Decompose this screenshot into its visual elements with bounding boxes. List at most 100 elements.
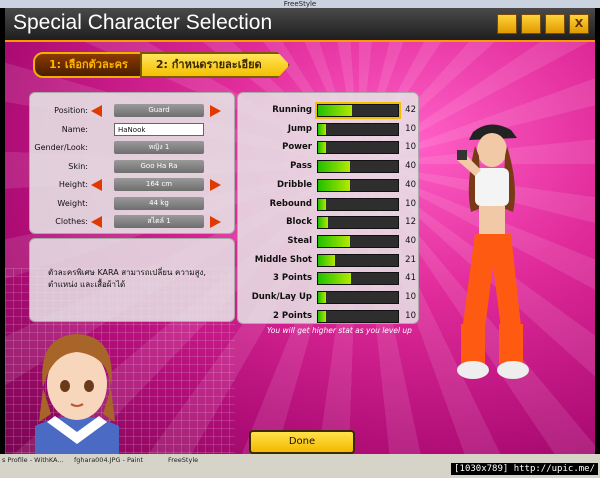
field-value: Goo Ha Ra — [114, 159, 204, 173]
taskbar-item[interactable]: FreeStyle — [168, 456, 198, 464]
stat-row: Pass 40 — [238, 157, 418, 175]
stat-bar-fill — [318, 123, 326, 135]
stat-bar-fill — [318, 292, 326, 303]
stat-row: Dribble 40 — [238, 176, 418, 194]
window-titlebar: FreeStyle — [0, 0, 600, 8]
cubes-icon-button[interactable] — [545, 14, 565, 34]
form-row: Name: HaNook — [30, 122, 234, 138]
stat-name: Dunk/Lay Up — [251, 292, 312, 302]
field-value: 164 cm — [114, 178, 204, 191]
stat-bar — [317, 122, 399, 136]
form-row: Position: Guard — [30, 103, 234, 119]
stat-name: Rebound — [269, 198, 312, 209]
stat-bar-fill — [318, 198, 326, 210]
card-icon-button[interactable] — [521, 14, 541, 34]
game-screen: Special Character Selection X 1: เลือกตั… — [5, 8, 595, 454]
stat-bar-fill — [318, 179, 350, 191]
stat-row: Power 10 — [238, 138, 418, 156]
arrow-right-icon[interactable] — [210, 216, 221, 228]
stat-row: Dunk/Lay Up 10 — [238, 288, 418, 306]
stat-bar-fill — [318, 217, 328, 229]
character-portrait — [35, 334, 119, 454]
field-label: Clothes: — [55, 217, 88, 226]
watermark-stamp: [1030x789] http://upic.me/ — [451, 463, 598, 475]
taskbar-item[interactable]: fghara004.JPG - Paint — [74, 456, 143, 464]
stat-bar — [317, 216, 399, 230]
level-up-note: You will get higher stat as you level up — [267, 326, 412, 335]
stat-value: 40 — [405, 235, 416, 246]
stat-bar — [317, 309, 399, 323]
stat-name: Dribble — [276, 179, 312, 190]
field-label: Skin: — [68, 161, 88, 171]
arrow-left-icon[interactable] — [91, 105, 102, 117]
arrow-left-icon[interactable] — [91, 216, 102, 228]
name-input[interactable]: HaNook — [114, 122, 204, 136]
stat-bar — [317, 160, 399, 174]
field-label: Weight: — [57, 198, 88, 208]
stat-bar — [317, 253, 399, 267]
stat-value: 10 — [405, 310, 416, 321]
box-icon-button[interactable] — [497, 14, 517, 34]
stat-bar — [317, 197, 399, 211]
stat-name: 3 Points — [272, 273, 312, 284]
stat-name: 2 Points — [272, 310, 312, 321]
stat-bar — [317, 291, 399, 304]
stat-bar — [317, 272, 399, 286]
stat-bar-fill — [318, 310, 326, 322]
page-title: Special Character Selection — [13, 11, 273, 34]
form-row: Skin: Goo Ha Ra — [30, 159, 234, 175]
arrow-right-icon[interactable] — [210, 179, 221, 191]
stat-bar-fill — [318, 235, 350, 247]
description-text: ตัวละครพิเศษ KARA สามารถเปลี่ยน ความสูง,… — [48, 268, 206, 289]
stat-bar — [315, 102, 401, 119]
stat-value: 41 — [405, 273, 416, 284]
stat-value: 42 — [405, 105, 416, 115]
stat-name: Running — [272, 105, 312, 115]
close-button[interactable]: X — [569, 14, 589, 34]
stat-bar-fill — [318, 142, 326, 154]
taskbar-item[interactable]: s Profile - WithKA... — [2, 456, 64, 464]
stat-row: Middle Shot 21 — [238, 251, 418, 269]
window-title: FreeStyle — [283, 0, 317, 8]
stat-value: 10 — [405, 123, 416, 134]
stat-bar-fill — [318, 105, 352, 116]
stat-name: Middle Shot — [254, 254, 312, 265]
stat-value: 10 — [405, 198, 416, 209]
field-label: Height: — [58, 180, 88, 189]
stat-name: Pass — [290, 161, 312, 172]
stats-panel: Running 42 Jump 10 Power 10 Pass 40 Dribble 40 Reb… — [237, 92, 419, 324]
field-value: 44 kg — [114, 196, 204, 210]
tab-step-2[interactable]: 2: กำหนดรายละเอียด — [139, 52, 290, 78]
arrow-left-icon[interactable] — [91, 179, 102, 191]
stat-value: 10 — [405, 292, 416, 302]
form-row: Clothes: สไตล์ 1 — [30, 214, 234, 230]
stat-row: 2 Points 10 — [238, 307, 418, 325]
form-row: Height: 164 cm — [30, 177, 234, 193]
arrow-right-icon[interactable] — [210, 105, 221, 117]
field-value: หญิง 1 — [114, 141, 204, 154]
done-button[interactable]: Done — [249, 430, 355, 454]
tab-step-1[interactable]: 1: เลือกตัวละคร — [33, 52, 144, 78]
stat-row: Steal 40 — [238, 232, 418, 250]
stat-value: 21 — [405, 254, 416, 265]
stat-row: Running 42 — [238, 101, 418, 119]
stat-bar — [317, 141, 399, 155]
field-value: สไตล์ 1 — [114, 215, 204, 228]
player-figure — [457, 124, 529, 379]
stat-value: 10 — [405, 142, 416, 153]
field-label: Name: — [61, 124, 88, 134]
step-tabs: 1: เลือกตัวละคร 2: กำหนดรายละเอียด — [33, 52, 290, 78]
stat-bar — [317, 178, 399, 192]
field-label: Position: — [54, 106, 88, 115]
stat-value: 12 — [405, 217, 416, 228]
description-panel: ตัวละครพิเศษ KARA สามารถเปลี่ยน ความสูง,… — [29, 238, 235, 322]
field-label: Gender/Look: — [34, 143, 88, 152]
header-bar: Special Character Selection X — [5, 8, 595, 42]
stat-name: Power — [282, 142, 312, 153]
stat-value: 40 — [405, 161, 416, 172]
form-row: Weight: 44 kg — [30, 196, 234, 212]
stat-row: Jump 10 — [238, 120, 418, 138]
character-form: Position: Guard Name: HaNook Gender/Look: หญิ… — [29, 92, 235, 234]
stat-row: Block 12 — [238, 213, 418, 231]
stat-value: 40 — [405, 179, 416, 190]
